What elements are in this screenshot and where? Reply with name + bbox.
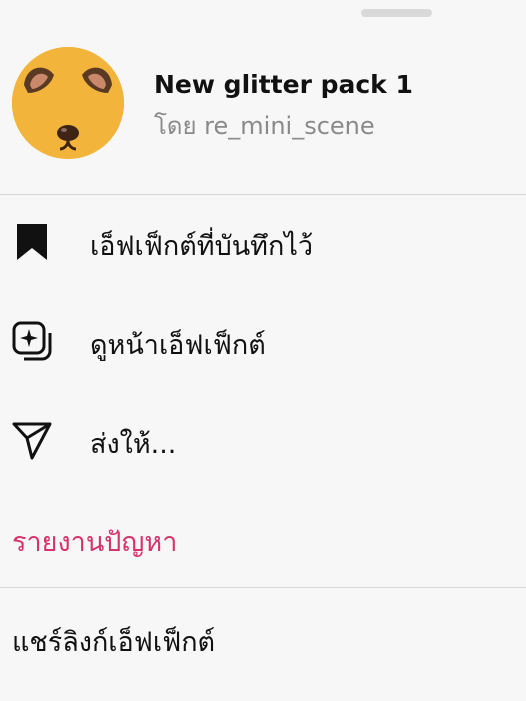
effect-header: New glitter pack 1 โดย re_mini_scene — [0, 40, 526, 195]
share-effect-link-button[interactable]: แชร์ลิงก์เอ็ฟเฟ็กต์ — [12, 620, 215, 663]
dog-face-icon — [12, 47, 124, 159]
send-icon — [12, 420, 52, 460]
saved-effects-label: เอ็ฟเฟ็กต์ที่บันทึกไว้ — [90, 231, 314, 262]
saved-effects-item[interactable]: เอ็ฟเฟ็กต์ที่บันทึกไว้ — [0, 202, 526, 282]
divider — [0, 194, 526, 195]
send-to-label: ส่งให้... — [90, 429, 177, 460]
send-to-item[interactable]: ส่งให้... — [0, 400, 526, 480]
effect-creator[interactable]: โดย re_mini_scene — [154, 106, 375, 145]
report-problem-button[interactable]: รายงานปัญหา — [12, 520, 177, 563]
effect-title: New glitter pack 1 — [154, 70, 413, 99]
effect-avatar[interactable] — [12, 47, 124, 159]
view-effect-page-label: ดูหน้าเอ็ฟเฟ็กต์ — [90, 330, 266, 361]
divider — [0, 587, 526, 588]
view-effect-page-item[interactable]: ดูหน้าเอ็ฟเฟ็กต์ — [0, 301, 526, 381]
sheet-drag-handle[interactable] — [361, 9, 432, 17]
effects-page-icon — [12, 321, 52, 361]
bookmark-icon — [12, 222, 52, 262]
